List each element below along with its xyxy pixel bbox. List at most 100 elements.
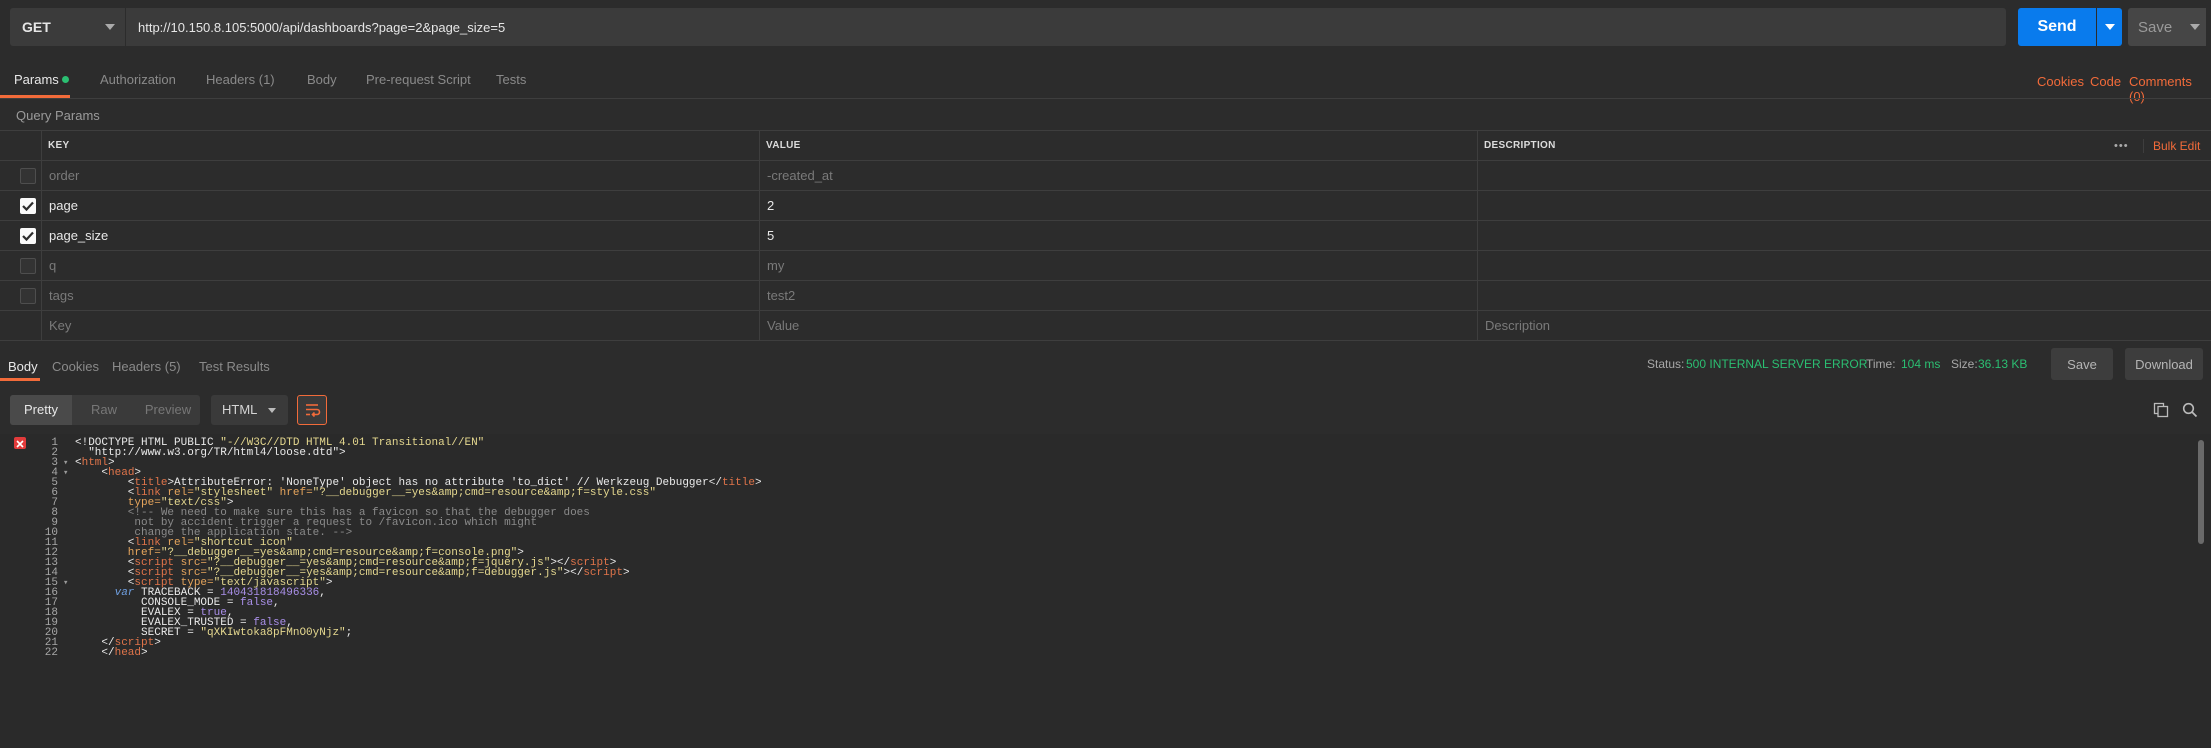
bulk-edit-link[interactable]: Bulk Edit xyxy=(2153,131,2200,161)
param-checkbox[interactable] xyxy=(20,288,36,304)
time-label: Time: xyxy=(1866,357,1896,371)
save-response-button[interactable]: Save xyxy=(2051,348,2113,380)
tab-tests[interactable]: Tests xyxy=(496,72,526,87)
checkbox-checked-icon xyxy=(22,201,34,212)
view-pretty-button[interactable]: Pretty xyxy=(10,395,72,425)
code-token: "?__debugger__=yes&amp;cmd=resource&amp;… xyxy=(312,487,656,499)
code-token: > xyxy=(754,477,762,489)
response-body-editor[interactable]: 1 2 3 ▾ 4 ▾ 5 6 7 8 9 10 11 12 13 14 15 ▾ 16 17 18 19 20 21 22 <… xyxy=(0,434,2211,748)
code-line: "http://www.w3.org/TR/html4/loose.dtd"> xyxy=(75,447,346,459)
code-token: "qXKIwtoka8pFMnO0yNjz" xyxy=(200,627,346,639)
new-value-input[interactable]: Value xyxy=(767,311,799,341)
download-button[interactable]: Download xyxy=(2125,348,2203,380)
active-tab-underline xyxy=(0,378,40,381)
comments-link[interactable]: Comments (0) xyxy=(2129,74,2211,104)
table-row: q my xyxy=(0,250,2211,281)
param-key[interactable]: tags xyxy=(49,281,74,311)
send-button[interactable]: Send xyxy=(2018,8,2096,46)
code-token: title xyxy=(721,477,755,489)
tab-response-body[interactable]: Body xyxy=(8,359,38,374)
code-token: false xyxy=(240,597,274,609)
format-value: HTML xyxy=(222,402,258,417)
save-label: Save xyxy=(2138,18,2173,36)
code-token: > xyxy=(141,647,148,659)
new-key-input[interactable]: Key xyxy=(49,311,71,341)
param-value[interactable]: 5 xyxy=(767,221,774,251)
checkbox-checked-icon xyxy=(22,231,34,242)
tab-headers[interactable]: Headers (1) xyxy=(206,72,275,87)
tab-response-headers[interactable]: Headers (5) xyxy=(112,359,181,374)
code-token: > xyxy=(154,637,161,649)
code-token: , xyxy=(319,587,326,599)
code-token: </ xyxy=(75,647,115,659)
param-checkbox[interactable] xyxy=(20,258,36,274)
param-checkbox[interactable] xyxy=(20,228,36,244)
send-options-button[interactable] xyxy=(2097,8,2122,46)
table-row: order -created_at xyxy=(0,160,2211,191)
tab-pre-request-script[interactable]: Pre-request Script xyxy=(366,72,471,87)
param-key[interactable]: page xyxy=(49,191,78,221)
tab-params[interactable]: Params xyxy=(14,72,59,87)
size-value[interactable]: 36.13 KB xyxy=(1978,357,2027,371)
code-line: </head> xyxy=(75,647,148,659)
save-options-button[interactable] xyxy=(2182,8,2206,46)
chevron-down-icon xyxy=(105,24,115,30)
cookies-link[interactable]: Cookies xyxy=(2037,74,2084,89)
param-key[interactable]: page_size xyxy=(49,221,108,251)
code-token: "http://www.w3.org/TR/html4/loose.dtd"> xyxy=(75,447,346,459)
param-value[interactable]: 2 xyxy=(767,191,774,221)
query-params-title: Query Params xyxy=(16,108,100,123)
view-preview-button[interactable]: Preview xyxy=(136,395,200,425)
param-value[interactable]: -created_at xyxy=(767,161,833,191)
view-mode-group: Pretty Raw Preview xyxy=(10,395,200,425)
status-label: Status: xyxy=(1647,357,1685,371)
param-key[interactable]: order xyxy=(49,161,79,191)
new-description-input[interactable]: Description xyxy=(1485,311,1550,341)
tab-authorization[interactable]: Authorization xyxy=(100,72,176,87)
chevron-down-icon xyxy=(268,408,276,413)
param-value[interactable]: my xyxy=(767,251,784,281)
code-token: , xyxy=(273,597,280,609)
param-key[interactable]: q xyxy=(49,251,56,281)
search-icon[interactable] xyxy=(2182,402,2198,421)
size-label: Size: xyxy=(1951,357,1978,371)
more-options-icon[interactable]: ••• xyxy=(2114,131,2129,161)
error-icon[interactable] xyxy=(14,437,26,449)
fold-toggle-icon[interactable]: ▾ xyxy=(63,578,68,588)
fold-toggle-icon[interactable]: ▾ xyxy=(63,468,68,478)
method-select[interactable]: GET xyxy=(10,8,125,46)
param-checkbox[interactable] xyxy=(20,168,36,184)
code-link[interactable]: Code xyxy=(2090,74,2121,89)
tab-body[interactable]: Body xyxy=(307,72,337,87)
param-checkbox[interactable] xyxy=(20,198,36,214)
code-token: ></ xyxy=(563,567,584,579)
send-label: Send xyxy=(2037,18,2077,35)
chevron-down-icon xyxy=(2190,24,2200,30)
tab-test-results[interactable]: Test Results xyxy=(199,359,270,374)
url-input[interactable] xyxy=(126,8,2006,46)
table-row: tags test2 xyxy=(0,280,2211,311)
wrap-lines-button[interactable] xyxy=(297,395,327,425)
tab-response-cookies[interactable]: Cookies xyxy=(52,359,99,374)
time-value[interactable]: 104 ms xyxy=(1901,357,1940,371)
code-token: > xyxy=(622,567,630,579)
code-token: href= xyxy=(273,487,313,499)
fold-toggle-icon[interactable]: ▾ xyxy=(63,458,68,468)
table-row: page_size 5 xyxy=(0,220,2211,251)
view-raw-button[interactable]: Raw xyxy=(72,395,136,425)
table-row: page 2 xyxy=(0,190,2211,221)
download-label: Download xyxy=(2135,356,2193,372)
param-value[interactable]: test2 xyxy=(767,281,795,311)
format-select[interactable]: HTML xyxy=(211,395,288,425)
scrollbar-thumb[interactable] xyxy=(2198,440,2204,544)
code-token: script xyxy=(583,567,623,579)
save-response-label: Save xyxy=(2067,356,2097,372)
new-param-row: Key Value Description xyxy=(0,310,2211,341)
params-header-row: KEY VALUE DESCRIPTION ••• Bulk Edit xyxy=(0,130,2211,161)
status-value[interactable]: 500 INTERNAL SERVER ERROR xyxy=(1686,357,1867,371)
column-header-description: DESCRIPTION xyxy=(1484,140,1556,151)
wrap-lines-icon xyxy=(306,404,321,418)
divider xyxy=(0,340,2211,341)
params-indicator-dot xyxy=(62,76,69,83)
copy-icon[interactable] xyxy=(2153,402,2169,421)
